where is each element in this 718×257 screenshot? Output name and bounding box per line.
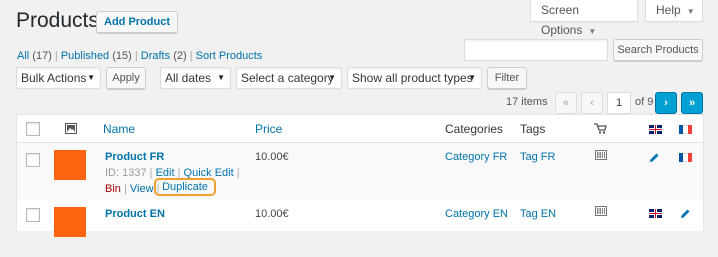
- product-types-value: Show all product types: [352, 71, 473, 85]
- pencil-icon[interactable]: [680, 208, 691, 222]
- bin-link[interactable]: Bin: [105, 183, 121, 195]
- table-row: Product FR ID: 1337 | Edit | Quick Edit …: [17, 143, 703, 200]
- column-tags: Tags: [520, 122, 546, 136]
- prev-page-label: ‹: [590, 97, 594, 109]
- select-all-checkbox[interactable]: [26, 122, 40, 136]
- filter-published-label: Published: [60, 50, 110, 62]
- caret-down-icon: ▼: [468, 73, 476, 82]
- filter-button[interactable]: Filter: [487, 67, 527, 89]
- filter-all-count: (17): [32, 50, 52, 62]
- row-checkbox[interactable]: [26, 153, 40, 167]
- first-page-button: «: [555, 92, 577, 114]
- next-page-label: ›: [664, 97, 668, 109]
- cart-icon: [594, 123, 607, 137]
- status-filters: All (17) | Published (15) | Drafts (2) |…: [17, 49, 262, 63]
- barcode-icon: [595, 206, 607, 219]
- flag-fr-icon: [679, 153, 692, 162]
- last-page-button[interactable]: »: [681, 92, 703, 114]
- table-header: Name Price Categories Tags: [17, 115, 703, 143]
- total-pages: of 9: [635, 96, 654, 108]
- row-checkbox[interactable]: [26, 208, 40, 222]
- caret-down-icon: ▼: [686, 7, 695, 16]
- dates-value: All dates: [165, 71, 212, 85]
- flag-gb-icon: [649, 125, 662, 134]
- barcode-icon: [595, 150, 607, 163]
- category-value: Select a category: [241, 71, 334, 85]
- separator: |: [134, 50, 138, 62]
- product-types-select[interactable]: Show all product types ▼: [347, 67, 482, 89]
- bulk-actions-value: Bulk Actions: [21, 71, 87, 85]
- row-actions-line2: Bin | View |: [105, 183, 159, 195]
- search-input[interactable]: [464, 39, 608, 61]
- filter-label: Filter: [494, 72, 520, 84]
- filter-drafts-count: (2): [173, 50, 187, 62]
- add-product-label: Add Product: [104, 16, 170, 28]
- product-category-link[interactable]: Category EN: [445, 208, 508, 220]
- screen-options-tab[interactable]: Screen Options ▼: [530, 0, 638, 37]
- dates-select[interactable]: All dates ▼: [160, 67, 231, 89]
- category-select[interactable]: Select a category ▼: [236, 67, 342, 89]
- filter-all[interactable]: All (17): [17, 50, 52, 62]
- image-icon: [65, 123, 77, 134]
- separator: |: [189, 50, 193, 62]
- screen-options-label: Screen Options: [541, 3, 583, 37]
- product-tag-link[interactable]: Tag FR: [520, 151, 555, 163]
- flag-fr-icon: [679, 125, 692, 134]
- product-category-link[interactable]: Category FR: [445, 151, 507, 163]
- items-count: 17 items: [506, 96, 548, 108]
- column-name[interactable]: Name: [103, 122, 135, 136]
- current-page-input[interactable]: [607, 92, 631, 114]
- duplicate-highlight[interactable]: Duplicate: [154, 178, 216, 196]
- next-page-button[interactable]: ›: [655, 92, 677, 114]
- separator: |: [236, 167, 240, 179]
- product-name-link[interactable]: Product EN: [105, 208, 165, 220]
- table-row: Product EN 10.00€ Category EN Tag EN: [17, 200, 703, 237]
- filter-published[interactable]: Published (15): [61, 50, 132, 62]
- apply-button[interactable]: Apply: [106, 67, 146, 89]
- filter-published-count: (15): [112, 50, 132, 62]
- duplicate-link[interactable]: Duplicate: [162, 181, 208, 193]
- pencil-icon[interactable]: [649, 152, 660, 166]
- first-page-label: «: [562, 97, 570, 109]
- filter-drafts-label: Drafts: [140, 50, 171, 62]
- caret-down-icon: ▼: [588, 27, 597, 36]
- product-thumbnail[interactable]: [54, 150, 86, 180]
- separator: |: [123, 183, 127, 195]
- product-tag-link[interactable]: Tag EN: [520, 208, 556, 220]
- product-price: 10.00€: [255, 208, 289, 220]
- flag-gb-icon: [649, 209, 662, 218]
- product-id: ID: 1337: [105, 167, 147, 179]
- apply-label: Apply: [112, 72, 140, 84]
- caret-down-icon: ▼: [328, 73, 336, 82]
- sort-products-link[interactable]: Sort Products: [196, 50, 263, 62]
- product-thumbnail[interactable]: [54, 207, 86, 237]
- help-tab[interactable]: Help ▼: [645, 0, 703, 22]
- column-price[interactable]: Price: [255, 122, 282, 136]
- column-categories: Categories: [445, 122, 504, 136]
- separator: |: [149, 167, 153, 179]
- add-product-button[interactable]: Add Product: [96, 11, 178, 33]
- product-name-link[interactable]: Product FR: [105, 151, 164, 163]
- last-page-label: »: [688, 97, 696, 109]
- bulk-actions-select[interactable]: Bulk Actions ▼: [16, 67, 101, 89]
- product-price: 10.00€: [255, 151, 289, 163]
- products-table: Name Price Categories Tags Product FR ID…: [16, 114, 704, 237]
- separator: |: [54, 50, 58, 62]
- caret-down-icon: ▼: [87, 73, 95, 82]
- help-label: Help: [656, 3, 681, 17]
- filter-all-label: All: [17, 50, 30, 62]
- caret-down-icon: ▼: [217, 73, 225, 82]
- view-link[interactable]: View: [130, 183, 154, 195]
- search-products-button[interactable]: Search Products: [613, 39, 703, 61]
- page-title: Products: [16, 9, 99, 32]
- filter-drafts[interactable]: Drafts (2): [141, 50, 187, 62]
- prev-page-button: ‹: [581, 92, 603, 114]
- search-products-label: Search Products: [617, 44, 699, 56]
